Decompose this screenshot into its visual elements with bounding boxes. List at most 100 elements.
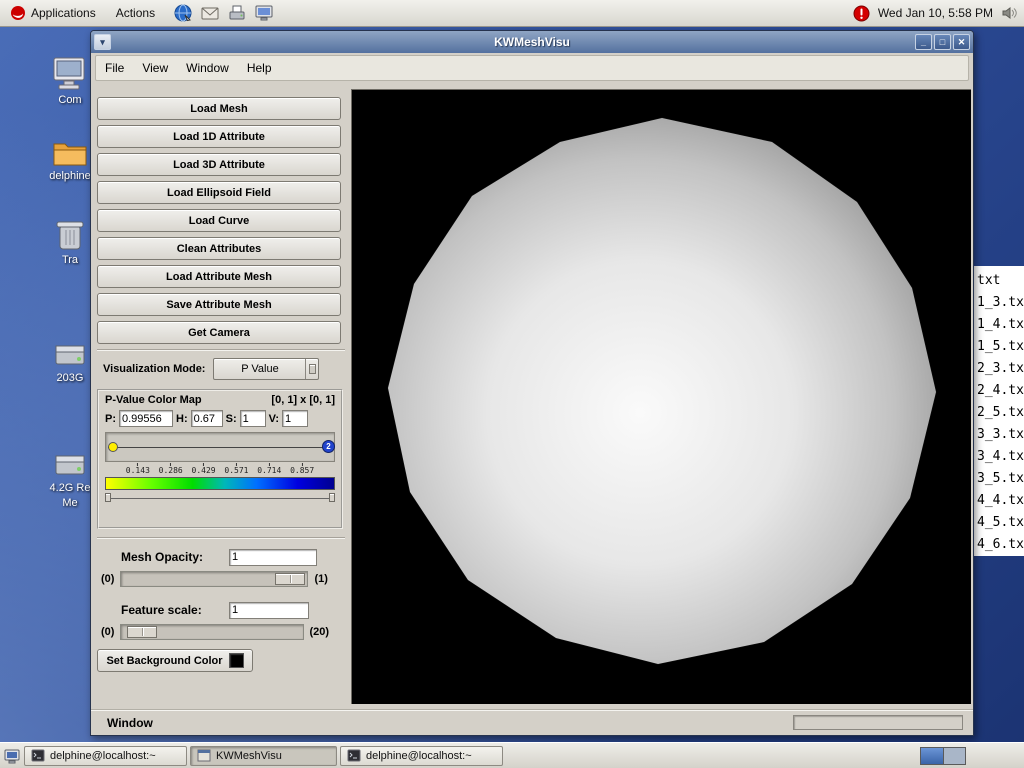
status-text: Window xyxy=(107,716,153,730)
render-viewport[interactable] xyxy=(351,89,971,704)
taskbar-button-kwmeshvisu[interactable]: KWMeshVisu xyxy=(190,746,337,766)
terminal-line: 4_4.tx xyxy=(974,490,1024,512)
feature-slider-thumb[interactable] xyxy=(127,626,157,638)
load-ellipsoid-field-button[interactable]: Load Ellipsoid Field xyxy=(97,181,341,204)
colormap-range: [0, 1] x [0, 1] xyxy=(271,394,335,406)
window-titlebar[interactable]: ▾ KWMeshVisu _ □ ✕ xyxy=(91,31,973,53)
feature-max-label: (20) xyxy=(309,626,329,638)
colormap-end-node[interactable]: 2 xyxy=(322,440,335,453)
terminal-line: txt xyxy=(974,270,1024,292)
mesh-opacity-field[interactable] xyxy=(229,549,317,566)
colormap-axis-ticks: 0.143 0.286 0.429 0.571 0.714 0.857 xyxy=(105,463,335,476)
workspace-1[interactable] xyxy=(921,748,943,764)
terminal-line: 3_4.tx xyxy=(974,446,1024,468)
visualization-mode-row: Visualization Mode: P Value xyxy=(97,357,345,381)
set-background-color-button[interactable]: Set Background Color xyxy=(97,649,253,672)
colormap-range-slider[interactable] xyxy=(105,493,335,502)
opacity-slider-thumb[interactable] xyxy=(275,573,305,585)
colormap-start-node[interactable] xyxy=(108,442,118,452)
taskbar-button-terminal-1[interactable]: delphine@localhost:~ xyxy=(24,746,187,766)
window-title: KWMeshVisu xyxy=(91,35,973,49)
dropdown-indicator-icon xyxy=(305,359,318,379)
opacity-min-label: (0) xyxy=(101,573,114,585)
terminal-line: 3_3.tx xyxy=(974,424,1024,446)
minimize-button[interactable]: _ xyxy=(915,34,932,50)
terminal-line: 1_3.tx xyxy=(974,292,1024,314)
taskbar-button-terminal-2[interactable]: delphine@localhost:~ xyxy=(340,746,503,766)
menu-window[interactable]: Window xyxy=(177,56,238,80)
tick-label: 0.857 xyxy=(290,463,314,475)
close-button[interactable]: ✕ xyxy=(953,34,970,50)
colormap-groupbox: P-Value Color Map [0, 1] x [0, 1] P: H: … xyxy=(97,389,343,529)
load-attribute-mesh-button[interactable]: Load Attribute Mesh xyxy=(97,265,341,288)
redhat-icon xyxy=(10,5,26,21)
mesh-opacity-slider[interactable] xyxy=(120,571,308,587)
actions-menu[interactable]: Actions xyxy=(106,0,165,26)
h-value-field[interactable] xyxy=(191,410,223,427)
workspace-2[interactable] xyxy=(943,748,965,764)
trash-icon xyxy=(55,218,85,252)
maximize-button[interactable]: □ xyxy=(934,34,951,50)
v-value-field[interactable] xyxy=(282,410,308,427)
range-end-handle[interactable] xyxy=(329,493,335,502)
feature-scale-slider[interactable] xyxy=(120,624,304,640)
folder-icon xyxy=(51,138,89,168)
opacity-max-label: (1) xyxy=(314,573,327,585)
s-value-field[interactable] xyxy=(240,410,266,427)
window-statusbar: Window xyxy=(91,709,973,735)
menu-file[interactable]: File xyxy=(96,56,133,80)
alert-notification-icon[interactable] xyxy=(853,5,870,22)
save-attribute-mesh-button[interactable]: Save Attribute Mesh xyxy=(97,293,341,316)
v-field-label: V: xyxy=(269,413,279,425)
load-3d-attribute-button[interactable]: Load 3D Attribute xyxy=(97,153,341,176)
p-value-field[interactable] xyxy=(119,410,173,427)
visualization-mode-dropdown[interactable]: P Value xyxy=(213,358,319,380)
feature-scale-label: Feature scale: xyxy=(121,603,202,617)
tick-label: 0.286 xyxy=(159,463,183,475)
terminal-window-partial[interactable]: txt 1_3.tx 1_4.tx 1_5.tx 2_3.tx 2_4.tx 2… xyxy=(974,266,1024,556)
menubar: File View Window Help xyxy=(95,55,969,81)
colormap-title: P-Value Color Map xyxy=(105,394,202,406)
clock: Wed Jan 10, 5:58 PM xyxy=(878,6,993,20)
taskbar-button-label: KWMeshVisu xyxy=(216,750,282,762)
range-start-handle[interactable] xyxy=(105,493,111,502)
terminal-line: 4_5.tx xyxy=(974,512,1024,534)
window-icon xyxy=(197,749,211,762)
tick-label: 0.429 xyxy=(192,463,216,475)
web-browser-launcher-icon[interactable] xyxy=(173,3,193,23)
volume-icon[interactable] xyxy=(1001,5,1018,21)
clean-attributes-button[interactable]: Clean Attributes xyxy=(97,237,341,260)
visualization-mode-label: Visualization Mode: xyxy=(103,363,205,375)
feature-min-label: (0) xyxy=(101,626,114,638)
colormap-point-canvas[interactable]: 2 xyxy=(105,432,335,462)
separator xyxy=(97,349,345,351)
tick-label: 0.714 xyxy=(257,463,281,475)
feature-scale-field[interactable] xyxy=(229,602,309,619)
terminal-icon xyxy=(31,749,45,762)
h-field-label: H: xyxy=(176,413,188,425)
terminal-line: 1_4.tx xyxy=(974,314,1024,336)
separator xyxy=(97,537,345,539)
progress-well xyxy=(793,715,963,730)
email-launcher-icon[interactable] xyxy=(200,3,220,23)
menu-view[interactable]: View xyxy=(133,56,177,80)
mesh-sphere-render xyxy=(352,90,972,705)
window-menu-button[interactable]: ▾ xyxy=(94,34,111,50)
disk-icon xyxy=(52,450,88,480)
computer-icon xyxy=(51,56,89,92)
tick-label: 0.571 xyxy=(224,463,248,475)
load-mesh-button[interactable]: Load Mesh xyxy=(97,97,341,120)
terminal-line: 4_6.tx xyxy=(974,534,1024,556)
applications-menu[interactable]: Applications xyxy=(0,0,106,26)
screenshot-launcher-icon[interactable] xyxy=(254,3,274,23)
taskbar-button-label: delphine@localhost:~ xyxy=(50,750,156,762)
load-curve-button[interactable]: Load Curve xyxy=(97,209,341,232)
load-1d-attribute-button[interactable]: Load 1D Attribute xyxy=(97,125,341,148)
top-panel: Applications Actions xyxy=(0,0,1024,27)
show-desktop-icon[interactable] xyxy=(3,747,21,765)
colormap-gradient-bar xyxy=(105,477,335,490)
kwmeshvisu-window: ▾ KWMeshVisu _ □ ✕ File View Window Help… xyxy=(90,30,974,736)
menu-help[interactable]: Help xyxy=(238,56,281,80)
printer-launcher-icon[interactable] xyxy=(227,3,247,23)
get-camera-button[interactable]: Get Camera xyxy=(97,321,341,344)
